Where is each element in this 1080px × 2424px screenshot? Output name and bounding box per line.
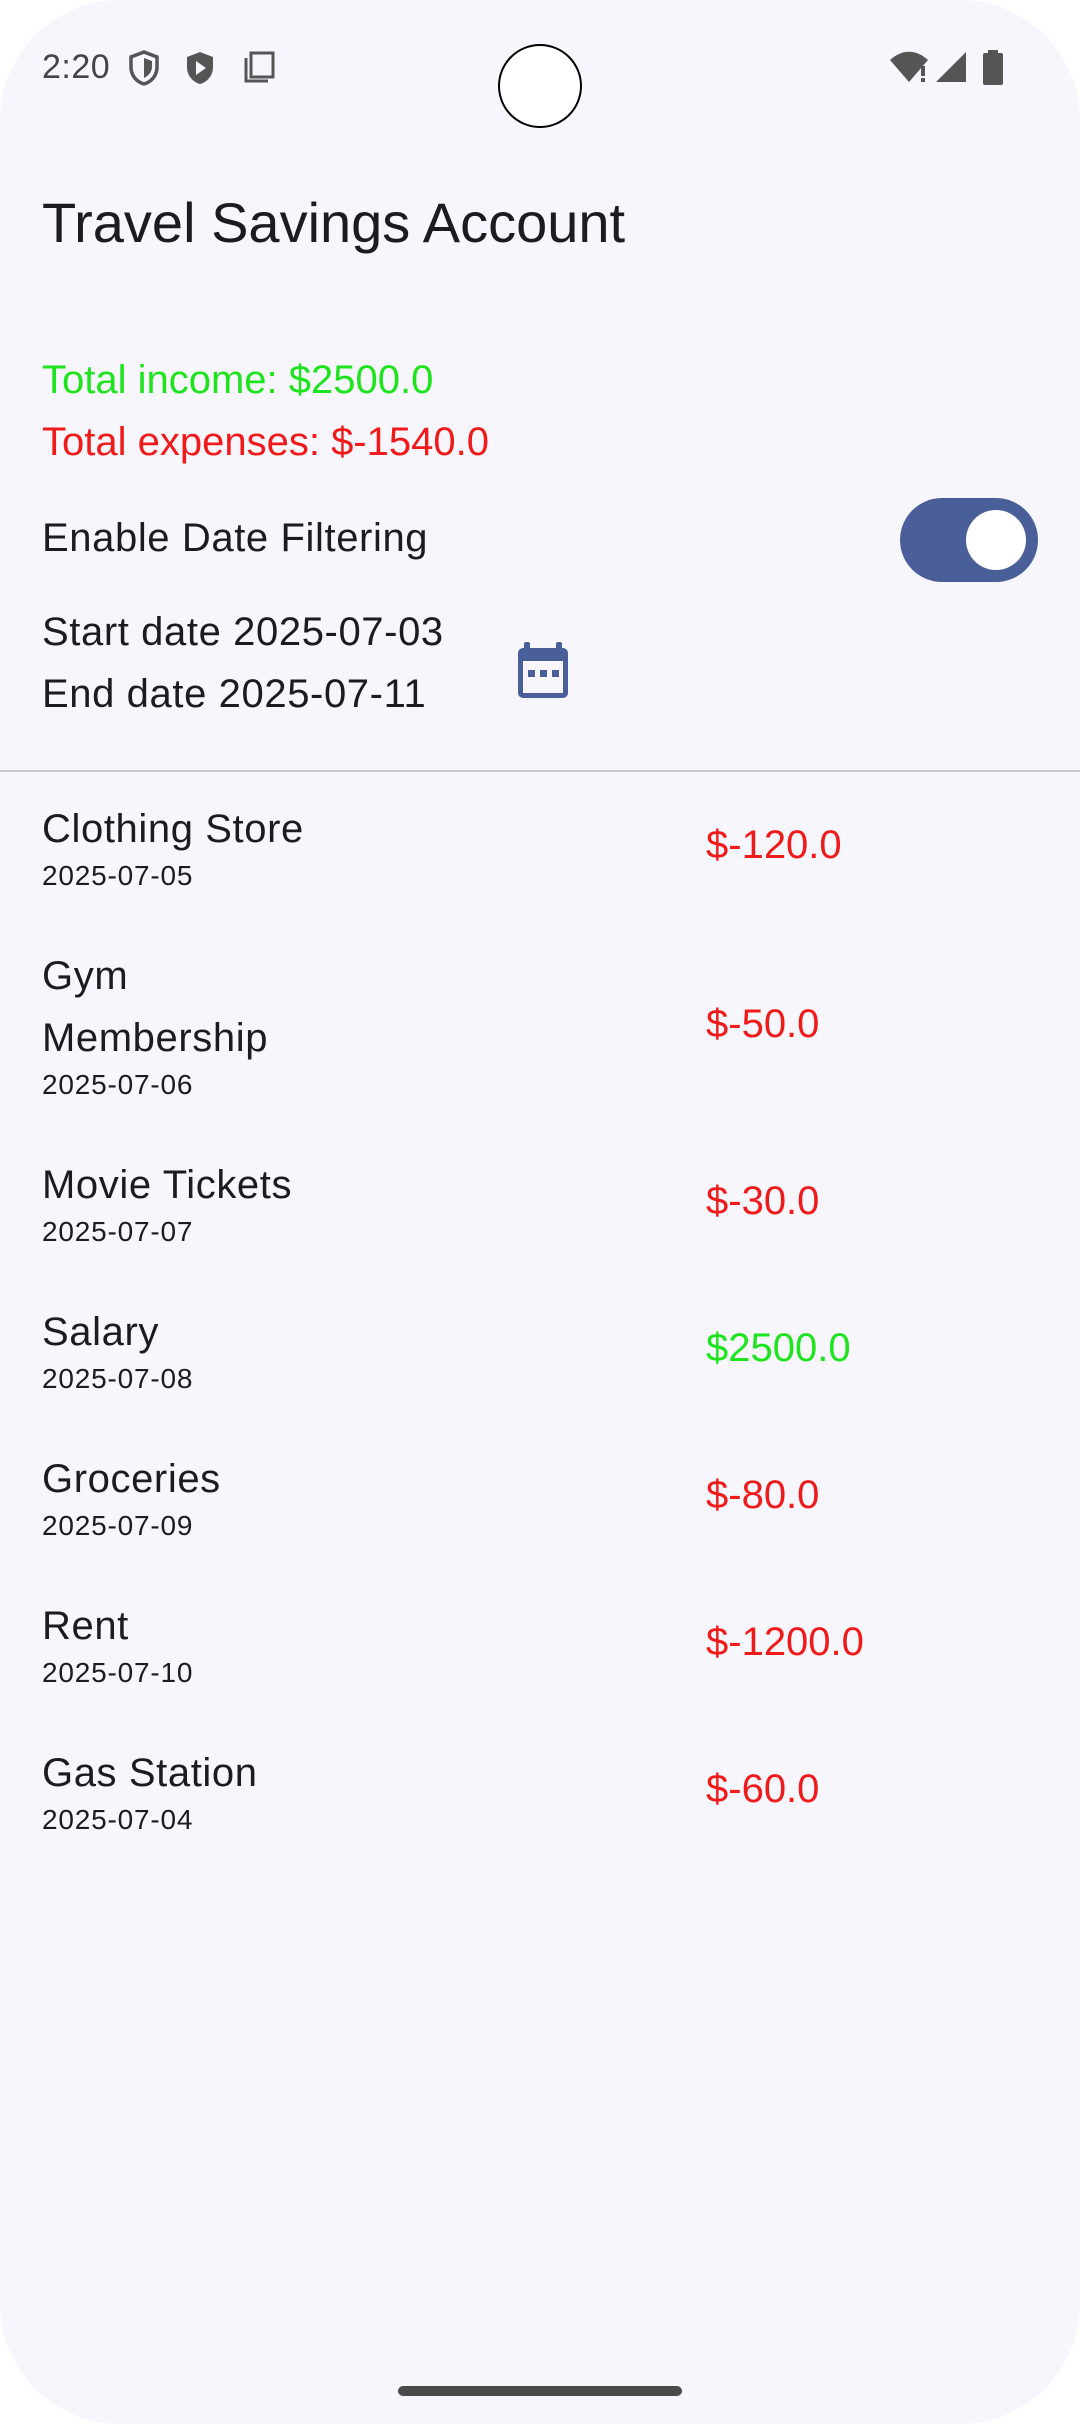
transaction-row[interactable]: Rent 2025-07-10 $-1200.0 bbox=[0, 1569, 1080, 1716]
status-time: 2:20 bbox=[42, 48, 111, 86]
transaction-name: Salary bbox=[42, 1310, 159, 1354]
transaction-name: Movie Tickets bbox=[42, 1163, 293, 1207]
transaction-info: Movie Tickets 2025-07-07 bbox=[42, 1154, 342, 1252]
transaction-row[interactable]: Salary 2025-07-08 $2500.0 bbox=[0, 1275, 1080, 1422]
transaction-row[interactable]: Gym Membership 2025-07-06 $-50.0 bbox=[0, 919, 1080, 1128]
toggle-knob bbox=[966, 510, 1026, 570]
transaction-date: 2025-07-05 bbox=[42, 860, 194, 891]
transaction-row[interactable]: Clothing Store 2025-07-05 $-120.0 bbox=[0, 772, 1080, 919]
transaction-amount: $-60.0 bbox=[706, 1767, 820, 1811]
transaction-name: Gym Membership bbox=[42, 954, 269, 1060]
transaction-amount: $-1200.0 bbox=[706, 1620, 864, 1664]
transaction-row[interactable]: Gas Station 2025-07-04 $-60.0 bbox=[0, 1716, 1080, 1863]
transaction-info: Gym Membership 2025-07-06 bbox=[42, 945, 342, 1105]
calendar-icon[interactable] bbox=[510, 636, 578, 704]
page-title: Travel Savings Account bbox=[42, 191, 626, 254]
start-date-value: 2025-07-03 bbox=[233, 610, 444, 654]
wifi-icon bbox=[890, 51, 928, 82]
transaction-date: 2025-07-08 bbox=[42, 1363, 194, 1394]
total-expenses-label: Total expenses: bbox=[42, 420, 332, 464]
transaction-info: Salary 2025-07-08 bbox=[42, 1301, 342, 1399]
start-date-row: Start date 2025-07-03 bbox=[42, 610, 444, 655]
transaction-amount: $-80.0 bbox=[706, 1473, 820, 1517]
transaction-name: Clothing Store bbox=[42, 807, 304, 851]
home-indicator[interactable] bbox=[398, 2386, 682, 2396]
status-bar: 2:20 bbox=[0, 0, 1080, 140]
transaction-date: 2025-07-04 bbox=[42, 1804, 194, 1835]
shield-play-icon bbox=[187, 52, 213, 84]
transaction-amount: $-120.0 bbox=[706, 823, 842, 867]
transaction-row[interactable]: Movie Tickets 2025-07-07 $-30.0 bbox=[0, 1128, 1080, 1275]
transaction-info: Gas Station 2025-07-04 bbox=[42, 1742, 342, 1840]
total-income-label: Total income: bbox=[42, 358, 289, 402]
end-date-value: 2025-07-11 bbox=[218, 672, 427, 716]
transaction-info: Groceries 2025-07-09 bbox=[42, 1448, 342, 1546]
total-income: Total income: $2500.0 bbox=[42, 358, 433, 403]
total-expenses: Total expenses: $-1540.0 bbox=[42, 420, 489, 465]
transaction-list: Clothing Store 2025-07-05 $-120.0 Gym Me… bbox=[0, 772, 1080, 1863]
end-date-label: End date bbox=[42, 672, 219, 716]
transaction-name: Rent bbox=[42, 1604, 129, 1648]
date-filter-label: Enable Date Filtering bbox=[42, 516, 429, 560]
date-filter-toggle[interactable] bbox=[900, 498, 1038, 582]
copy-icon bbox=[244, 51, 275, 83]
shield-outline-icon bbox=[129, 50, 159, 86]
transaction-date: 2025-07-07 bbox=[42, 1216, 194, 1247]
total-income-value: $2500.0 bbox=[288, 358, 434, 402]
start-date-label: Start date bbox=[42, 610, 234, 654]
transaction-date: 2025-07-06 bbox=[42, 1069, 194, 1100]
transaction-row[interactable]: Groceries 2025-07-09 $-80.0 bbox=[0, 1422, 1080, 1569]
battery-icon bbox=[983, 50, 1003, 85]
app-screen: 2:20 Travel Savings Account Total income… bbox=[0, 0, 1080, 2424]
signal-icon bbox=[936, 52, 966, 82]
transaction-name: Groceries bbox=[42, 1457, 221, 1501]
transaction-date: 2025-07-09 bbox=[42, 1510, 194, 1541]
camera-cutout bbox=[498, 44, 582, 128]
transaction-info: Rent 2025-07-10 bbox=[42, 1595, 342, 1693]
transaction-date: 2025-07-10 bbox=[42, 1657, 194, 1688]
total-expenses-value: $-1540.0 bbox=[331, 420, 489, 464]
end-date-row: End date 2025-07-11 bbox=[42, 672, 426, 717]
transaction-amount: $2500.0 bbox=[706, 1326, 851, 1370]
transaction-name: Gas Station bbox=[42, 1751, 258, 1795]
transaction-amount: $-50.0 bbox=[706, 1002, 820, 1046]
transaction-info: Clothing Store 2025-07-05 bbox=[42, 798, 342, 896]
transaction-amount: $-30.0 bbox=[706, 1179, 820, 1223]
